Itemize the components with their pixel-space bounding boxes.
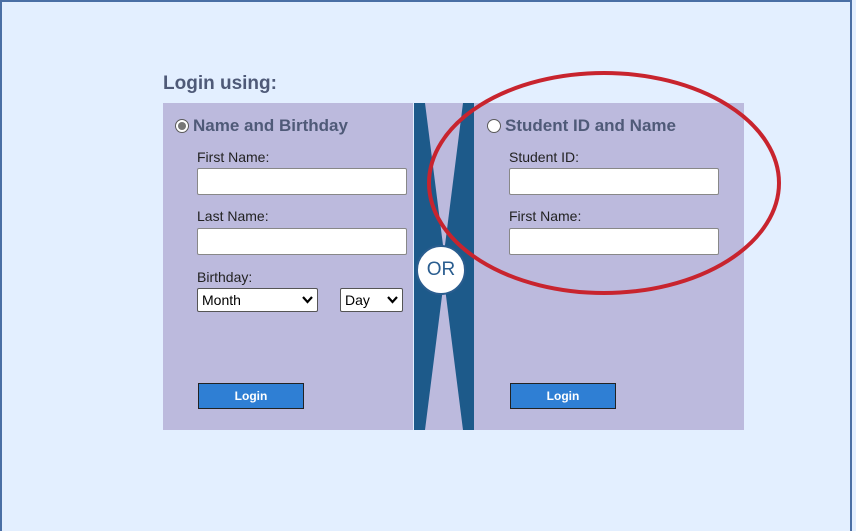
day-select[interactable]: Day	[340, 288, 403, 312]
month-select-value: Month	[202, 292, 241, 308]
student-id-label: Student ID:	[509, 149, 580, 165]
chevron-down-icon	[387, 296, 398, 304]
login-heading: Login using:	[163, 73, 277, 94]
day-select-value: Day	[345, 292, 370, 308]
student-first-name-field[interactable]	[509, 228, 719, 255]
last-name-field[interactable]	[197, 228, 407, 255]
name-birthday-login-button[interactable]: Login	[198, 383, 304, 409]
month-select[interactable]: Month	[197, 288, 318, 312]
or-badge: OR	[416, 245, 466, 295]
student-id-field[interactable]	[509, 168, 719, 195]
last-name-label: Last Name:	[197, 208, 269, 224]
student-id-login-button[interactable]: Login	[510, 383, 616, 409]
first-name-field[interactable]	[197, 168, 407, 195]
student-id-radio[interactable]	[487, 119, 501, 133]
first-name-label: First Name:	[197, 149, 270, 165]
student-id-option-label: Student ID and Name	[505, 116, 676, 135]
name-birthday-option-label: Name and Birthday	[193, 116, 348, 135]
birthday-label: Birthday:	[197, 269, 253, 285]
student-first-name-label: First Name:	[509, 208, 582, 224]
name-birthday-radio[interactable]	[175, 119, 189, 133]
name-birthday-option[interactable]: Name and Birthday	[175, 116, 348, 136]
student-id-option[interactable]: Student ID and Name	[487, 116, 676, 136]
chevron-down-icon	[302, 296, 313, 304]
